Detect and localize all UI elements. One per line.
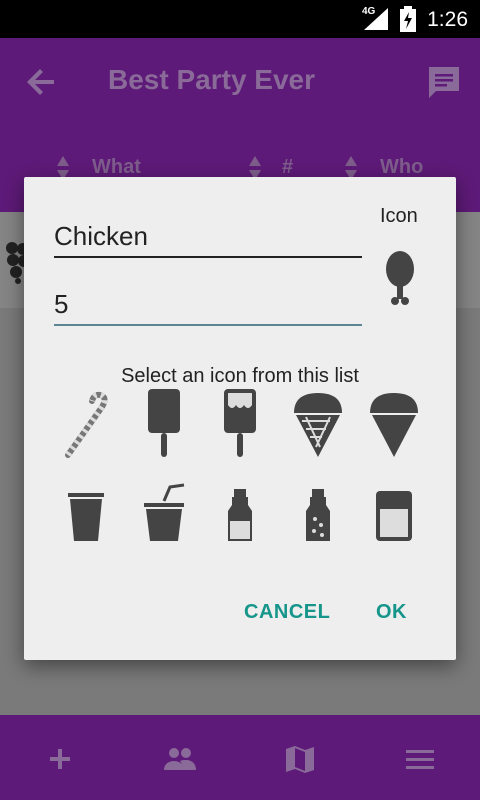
item-name-field[interactable]: Chicken — [54, 221, 362, 258]
column-count[interactable]: # — [282, 156, 293, 179]
menu-icon[interactable] — [402, 743, 438, 775]
quantity-field[interactable]: 5 — [54, 289, 362, 326]
column-what[interactable]: What — [92, 156, 141, 179]
dipped-popsicle-icon[interactable] — [212, 387, 268, 459]
back-arrow-icon[interactable] — [26, 66, 58, 98]
popsicle-icon[interactable] — [136, 387, 192, 459]
edit-item-dialog: Chicken 5 Icon Select an icon from this … — [24, 177, 456, 660]
message-icon[interactable] — [426, 64, 462, 100]
status-bar: 4G 1:26 — [0, 0, 480, 38]
jar-icon[interactable] — [366, 479, 422, 551]
ok-button[interactable]: OK — [376, 601, 407, 624]
chicken-leg-icon[interactable] — [382, 249, 418, 309]
battery-charging-icon — [400, 6, 416, 32]
icon-label: Icon — [380, 205, 418, 227]
waffle-cone-icon[interactable] — [290, 387, 346, 459]
cancel-button[interactable]: CANCEL — [244, 601, 330, 624]
soda-straw-icon[interactable] — [136, 479, 192, 551]
page-title: Best Party Ever — [108, 64, 316, 95]
candy-cane-icon[interactable] — [58, 389, 114, 461]
clock: 1:26 — [427, 8, 468, 31]
icon-picker-hint: Select an icon from this list — [121, 365, 359, 387]
people-icon[interactable] — [162, 743, 198, 775]
bottom-nav — [0, 715, 480, 800]
column-who[interactable]: Who — [380, 156, 423, 179]
signal-icon — [364, 8, 388, 30]
flavored-milk-bottle-icon[interactable] — [290, 479, 346, 551]
cup-icon[interactable] — [58, 479, 114, 551]
add-icon[interactable] — [42, 743, 78, 775]
milk-bottle-icon[interactable] — [212, 479, 268, 551]
map-icon[interactable] — [282, 743, 318, 775]
snow-cone-icon[interactable] — [366, 387, 422, 459]
